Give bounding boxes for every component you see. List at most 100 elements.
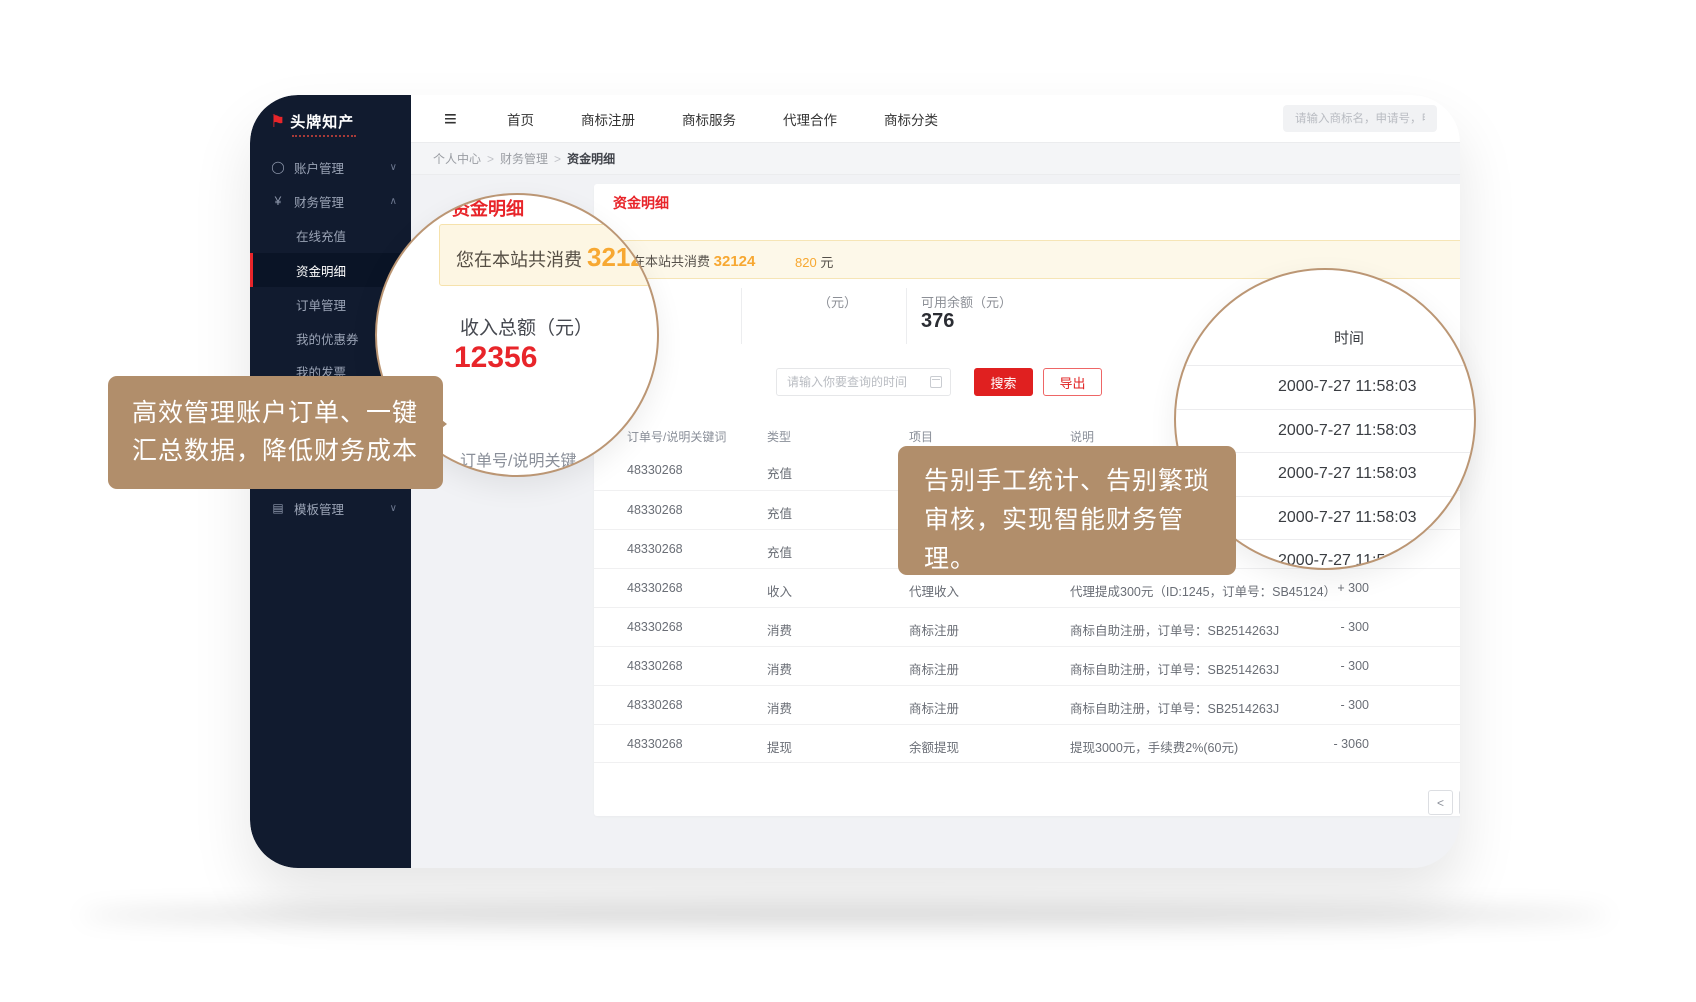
magnified-order-header: 订单号/说明关键: [460, 447, 576, 471]
top-nav-links: 首页 商标注册 商标服务 代理合作 商标分类: [507, 95, 938, 142]
search-button[interactable]: 搜索: [974, 368, 1033, 396]
tab-funds-detail[interactable]: 资金明细: [613, 193, 669, 213]
stat-divider: [906, 288, 907, 344]
magnified-income-label: 收入总额（元）: [460, 313, 593, 340]
callout-left: 高效管理账户订单、一键 汇总数据，降低财务成本: [108, 376, 443, 489]
user-icon: ◯: [270, 160, 286, 174]
expense-label-fragment: （元）: [818, 292, 857, 311]
cell-type: 消费: [767, 659, 792, 678]
sidebar-item-label: 账户管理: [294, 158, 344, 177]
trademark-search-input[interactable]: [1283, 105, 1437, 132]
cell-amount: - 300: [1269, 620, 1369, 634]
screenshot-canvas: ≡ 首页商标注册商标服务代理合作商标分类 个人中心>财务管理>资金明细 资金明细…: [0, 0, 1696, 1002]
laptop-base-shadow: [80, 904, 1610, 926]
magnified-time-value: 2000-7-27 11:58:03: [1278, 552, 1416, 570]
balance-value: 376: [921, 310, 954, 333]
nav-link-4[interactable]: 代理合作: [783, 109, 837, 129]
cell-balance: ¥ 12231: [1413, 581, 1460, 595]
cell-project: 商标注册: [909, 620, 959, 639]
page-button-1[interactable]: 1: [1459, 790, 1460, 815]
header-order: 订单号/说明关键词: [627, 428, 726, 445]
table-row: 48330268 消费 商标注册 商标自助注册，订单号：SB2514263J- 300…: [594, 646, 1460, 685]
cell-balance: ¥ 12231: [1413, 737, 1460, 751]
chevron-down-icon: ∨: [913, 428, 920, 439]
magnified-time-value: 2000-7-27 11:58:03: [1278, 378, 1416, 396]
sidebar-item-label: 我的优惠券: [296, 329, 359, 348]
calendar-icon[interactable]: [930, 376, 942, 388]
nav-link-1[interactable]: 首页: [507, 109, 534, 129]
cell-desc: 商标自助注册，订单号：SB2514263J: [1070, 620, 1279, 639]
cell-order: 48330268: [627, 659, 683, 673]
magnified-row-divider: [1176, 409, 1476, 410]
cell-type: 充值: [767, 542, 792, 561]
sidebar-item-在线充值[interactable]: 在线充值: [250, 218, 411, 252]
breadcrumb-separator: >: [554, 152, 561, 166]
brand-logo: ⚑ 头牌知产: [270, 111, 354, 132]
sidebar-item-label: 在线充值: [296, 226, 346, 245]
chevron-up-icon: ∧: [390, 196, 397, 207]
cell-type: 消费: [767, 620, 792, 639]
magnified-banner-amount: 32124: [587, 242, 659, 272]
nav-link-3[interactable]: 商标服务: [682, 109, 736, 129]
cell-desc: 商标自助注册，订单号：SB2514263J: [1070, 698, 1279, 717]
nav-link-5[interactable]: 商标分类: [884, 109, 938, 129]
export-button[interactable]: 导出: [1043, 368, 1102, 396]
sidebar-item-财务管理[interactable]: ¥ 财务管理 ∧: [250, 184, 411, 218]
magnified-income-value: 12356: [454, 341, 537, 375]
hamburger-menu-icon[interactable]: ≡: [444, 106, 457, 132]
breadcrumb-item[interactable]: 个人中心: [433, 152, 481, 166]
stat-divider: [741, 288, 742, 344]
sidebar-item-label: 订单管理: [296, 295, 346, 314]
cell-project: 商标注册: [909, 698, 959, 717]
magnified-tab-label: 资金明细: [452, 195, 524, 221]
pagination: <12345>: [1428, 790, 1460, 815]
cell-type: 充值: [767, 463, 792, 482]
cell-amount: - 3060: [1269, 737, 1369, 751]
page-prev-button[interactable]: <: [1428, 790, 1453, 815]
magnified-time-value: 2000-7-27 11:58:03: [1278, 465, 1416, 483]
sidebar-item-账户管理[interactable]: ◯账户管理∨: [250, 150, 411, 184]
cell-order: 48330268: [627, 542, 683, 556]
header-desc: 说明: [1070, 428, 1094, 445]
cell-desc: 提现3000元，手续费2%(60元): [1070, 737, 1238, 756]
magnified-banner: 您在本站共消费 32124 大: [439, 224, 659, 286]
sidebar-item-label: 资金明细: [296, 261, 346, 280]
balance-label: 可用余额（元）: [921, 292, 1012, 311]
cell-amount: + 300: [1269, 581, 1369, 595]
breadcrumb-item-current: 资金明细: [567, 152, 615, 166]
cell-order: 48330268: [627, 503, 683, 517]
cell-type: 充值: [767, 503, 792, 522]
banner-amount-tail: 820 元: [795, 252, 833, 271]
table-row: 48330268消费商标注册商标自助注册，订单号：SB2514263J- 300…: [594, 685, 1460, 724]
cell-balance: ¥ 12231: [1413, 620, 1460, 634]
finance-icon: ¥: [270, 194, 286, 208]
table-row: 48330268 提现 余额提现 提现3000元，手续费2%(60元) - 3060 ¥ …: [594, 724, 1460, 763]
breadcrumb-separator: >: [487, 152, 494, 166]
sidebar-item-模板管理[interactable]: ▤模板管理∨: [250, 491, 411, 525]
cell-order: 48330268: [627, 463, 683, 477]
cell-order: 48330268: [627, 737, 683, 751]
cell-project: 商标注册: [909, 659, 959, 678]
breadcrumb-bar: 个人中心 > 财务管理 > 资金明细: [411, 142, 1460, 175]
magnified-time-header: 时间: [1334, 327, 1364, 348]
flag-logo-icon: ⚑: [270, 113, 285, 130]
callout-left-line2: 汇总数据，降低财务成本: [132, 437, 418, 465]
breadcrumb: 个人中心 > 财务管理 > 资金明细: [433, 150, 615, 167]
cell-desc: 商标自助注册，订单号：SB2514263J: [1070, 659, 1279, 678]
cell-type: 消费: [767, 698, 792, 717]
logo-subtext-decoration: [292, 135, 356, 137]
brand-name: 头牌知产: [290, 111, 354, 132]
magnified-row-divider: [1176, 365, 1476, 366]
sidebar-item-label: 财务管理: [294, 192, 344, 211]
cell-amount: - 300: [1269, 659, 1369, 673]
callout-left-line1: 高效管理账户订单、一键: [132, 399, 418, 427]
cell-order: 48330268: [627, 620, 683, 634]
cell-project: 余额提现: [909, 737, 959, 756]
callout-right-line1: 告别手工统计、告别繁琐: [924, 467, 1210, 495]
time-query-input[interactable]: [776, 368, 951, 396]
chevron-down-icon: ∨: [771, 428, 778, 439]
callout-right: 告别手工统计、告别繁琐 审核，实现智能财务管 理。: [898, 446, 1236, 575]
breadcrumb-item[interactable]: 财务管理: [500, 152, 548, 166]
cell-type: 提现: [767, 737, 792, 756]
nav-link-2[interactable]: 商标注册: [581, 109, 635, 129]
